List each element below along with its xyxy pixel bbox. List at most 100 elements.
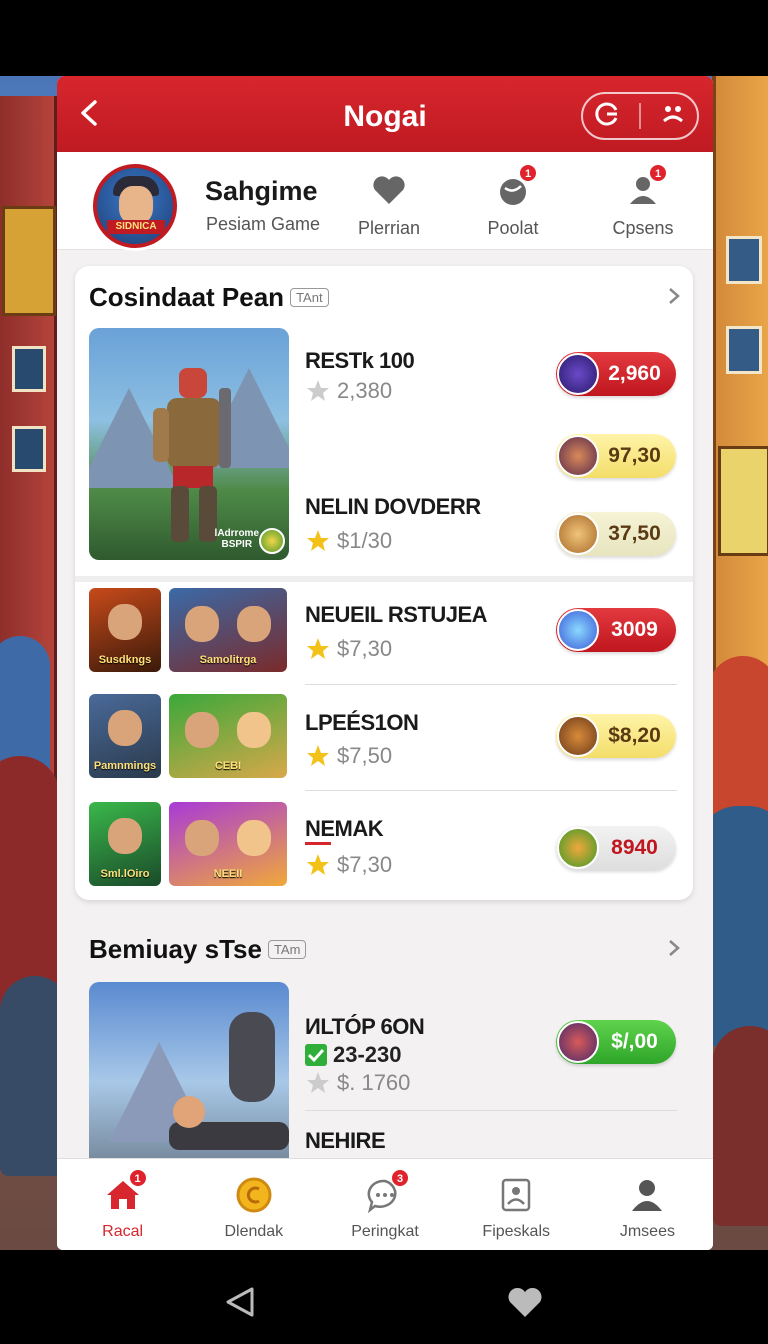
triangle-back-icon[interactable] bbox=[222, 1284, 258, 1320]
bottom-nav: 1 Racal Dlendak 3 Peringkat Fipeskals Jm… bbox=[57, 1158, 713, 1250]
item-name[interactable]: RESTk 100 bbox=[305, 348, 415, 374]
nav-item-fipeskals[interactable]: Fipeskals bbox=[451, 1159, 582, 1250]
item-name[interactable]: NELIN DOVDERR bbox=[305, 494, 481, 520]
section-cosindaat-pean: Cosindaat Pean TAnt lAdrrome BSPIR RESTk… bbox=[75, 266, 693, 900]
section-title: Cosindaat Pean bbox=[89, 282, 285, 312]
star-icon bbox=[305, 636, 331, 662]
game-thumbnail[interactable]: Samolitrga bbox=[169, 588, 287, 672]
character-avatar-icon bbox=[557, 513, 599, 555]
price-pill[interactable]: 97,30 bbox=[556, 434, 676, 478]
header-capsule bbox=[581, 92, 699, 140]
section-tag: TAnt bbox=[290, 288, 329, 307]
item-meta: $7,50 bbox=[305, 743, 392, 769]
game-thumbnail[interactable]: Pamnmings bbox=[89, 694, 161, 778]
heart-icon bbox=[369, 170, 409, 210]
price-pill[interactable]: $/,00 bbox=[556, 1020, 676, 1064]
system-nav-bar bbox=[0, 1250, 768, 1344]
nav-item-jmsees[interactable]: Jmsees bbox=[582, 1159, 713, 1250]
profile-tab-label: Cpsens bbox=[612, 218, 674, 238]
capsule-divider bbox=[638, 103, 641, 129]
row-divider bbox=[305, 684, 677, 685]
character-avatar-icon bbox=[557, 1021, 599, 1063]
game-thumbnail[interactable]: Sml.lOiro bbox=[89, 802, 161, 886]
price-pill[interactable]: $8,20 bbox=[556, 714, 676, 758]
row-divider bbox=[305, 1110, 677, 1111]
user-icon: 1 bbox=[623, 164, 667, 210]
notification-badge: 1 bbox=[649, 164, 667, 182]
price-pill[interactable]: 3009 bbox=[556, 608, 676, 652]
profile-tab-plerrian[interactable]: Plerrian bbox=[339, 170, 439, 239]
shop-sign-right bbox=[718, 446, 768, 556]
item-meta: $. 1760 bbox=[305, 1070, 410, 1096]
item-name[interactable]: ИLTÓP 6ON bbox=[305, 1014, 425, 1040]
section-tag: TAm bbox=[267, 940, 307, 959]
nav-item-peringkat[interactable]: 3 Peringkat bbox=[319, 1159, 450, 1250]
app-panel: Nogai SIDNICA Sahgime Pesiam Game Plerri… bbox=[57, 76, 713, 1250]
star-icon bbox=[305, 743, 331, 769]
row-divider bbox=[305, 790, 677, 791]
nav-label: Peringkat bbox=[351, 1223, 419, 1240]
item-name[interactable]: LPEÉS1ON bbox=[305, 710, 419, 736]
star-outline-icon bbox=[305, 1070, 331, 1096]
section-header: Cosindaat Pean TAnt bbox=[89, 282, 329, 313]
nav-label: Fipeskals bbox=[482, 1223, 550, 1240]
contact-card-icon bbox=[496, 1175, 536, 1215]
notification-badge: 3 bbox=[391, 1169, 409, 1187]
star-outline-icon bbox=[305, 378, 331, 404]
character-avatar-icon bbox=[557, 353, 599, 395]
profile-tab-label: Poolat bbox=[487, 218, 539, 238]
item-meta: 23-230 bbox=[305, 1042, 402, 1068]
section-divider bbox=[75, 576, 693, 582]
refresh-icon[interactable] bbox=[592, 99, 622, 134]
price-pill[interactable]: 8940 bbox=[556, 826, 676, 870]
profile-tab-poolat[interactable]: 1 Poolat bbox=[463, 164, 563, 239]
game-image[interactable] bbox=[89, 982, 289, 1182]
avatar[interactable]: SIDNICA bbox=[93, 164, 177, 248]
item-name[interactable]: NEUEIL RSTUJEA bbox=[305, 602, 488, 628]
item-name[interactable]: NEHIRE bbox=[305, 1128, 386, 1154]
item-meta: $7,30 bbox=[305, 636, 392, 662]
avatar-plate: SIDNICA bbox=[107, 220, 165, 234]
price-pill[interactable]: 2,960 bbox=[556, 352, 676, 396]
profile-subtitle: Pesiam Game bbox=[206, 214, 321, 234]
game-thumbnail[interactable]: Susdkngs bbox=[89, 588, 161, 672]
nav-item-racal[interactable]: 1 Racal bbox=[57, 1159, 188, 1250]
character-avatar-icon bbox=[557, 715, 599, 757]
window bbox=[726, 236, 762, 284]
gem-icon bbox=[557, 609, 599, 651]
character-avatar-icon bbox=[557, 435, 599, 477]
weapon-figure bbox=[169, 1012, 289, 1150]
item-name[interactable]: NEMAK bbox=[305, 816, 384, 842]
game-thumbnail[interactable]: CEBI bbox=[169, 694, 287, 778]
window bbox=[12, 426, 46, 472]
profile-name: Sahgime bbox=[205, 176, 318, 206]
section-bemiuay-stse: Bemiuay sTse TAm ИLTÓP 6ON 23-230 $. 176… bbox=[75, 918, 693, 1182]
star-icon bbox=[305, 852, 331, 878]
item-meta: $7,30 bbox=[305, 852, 392, 878]
star-icon bbox=[305, 528, 331, 554]
heart-icon[interactable] bbox=[506, 1284, 544, 1320]
people-icon[interactable] bbox=[658, 99, 688, 134]
profile-tab-cpsens[interactable]: 1 Cpsens bbox=[593, 164, 693, 239]
price-pill[interactable]: 37,50 bbox=[556, 512, 676, 556]
person-icon bbox=[627, 1175, 667, 1215]
hero-game-image[interactable]: lAdrrome BSPIR bbox=[89, 328, 289, 560]
warrior-figure bbox=[153, 368, 231, 542]
profile-tab-label: Plerrian bbox=[357, 218, 421, 238]
coin-icon bbox=[259, 528, 285, 554]
game-thumbnail[interactable]: NEEII bbox=[169, 802, 287, 886]
section-header: Bemiuay sTse TAm bbox=[89, 934, 307, 965]
flame-icon bbox=[557, 827, 599, 869]
nav-label: Jmsees bbox=[619, 1223, 675, 1240]
nav-item-dlendak[interactable]: Dlendak bbox=[188, 1159, 319, 1250]
window bbox=[726, 326, 762, 374]
chat-icon: 3 bbox=[365, 1169, 409, 1215]
chevron-right-icon[interactable] bbox=[665, 938, 683, 958]
chevron-right-icon[interactable] bbox=[665, 286, 683, 306]
hero-caption: lAdrrome BSPIR bbox=[214, 528, 259, 550]
check-icon bbox=[305, 1044, 327, 1066]
item-meta: $1/30 bbox=[305, 528, 392, 554]
item-meta: 2,380 bbox=[305, 378, 392, 404]
coin-icon bbox=[234, 1175, 274, 1215]
globe-icon: 1 bbox=[493, 164, 537, 210]
